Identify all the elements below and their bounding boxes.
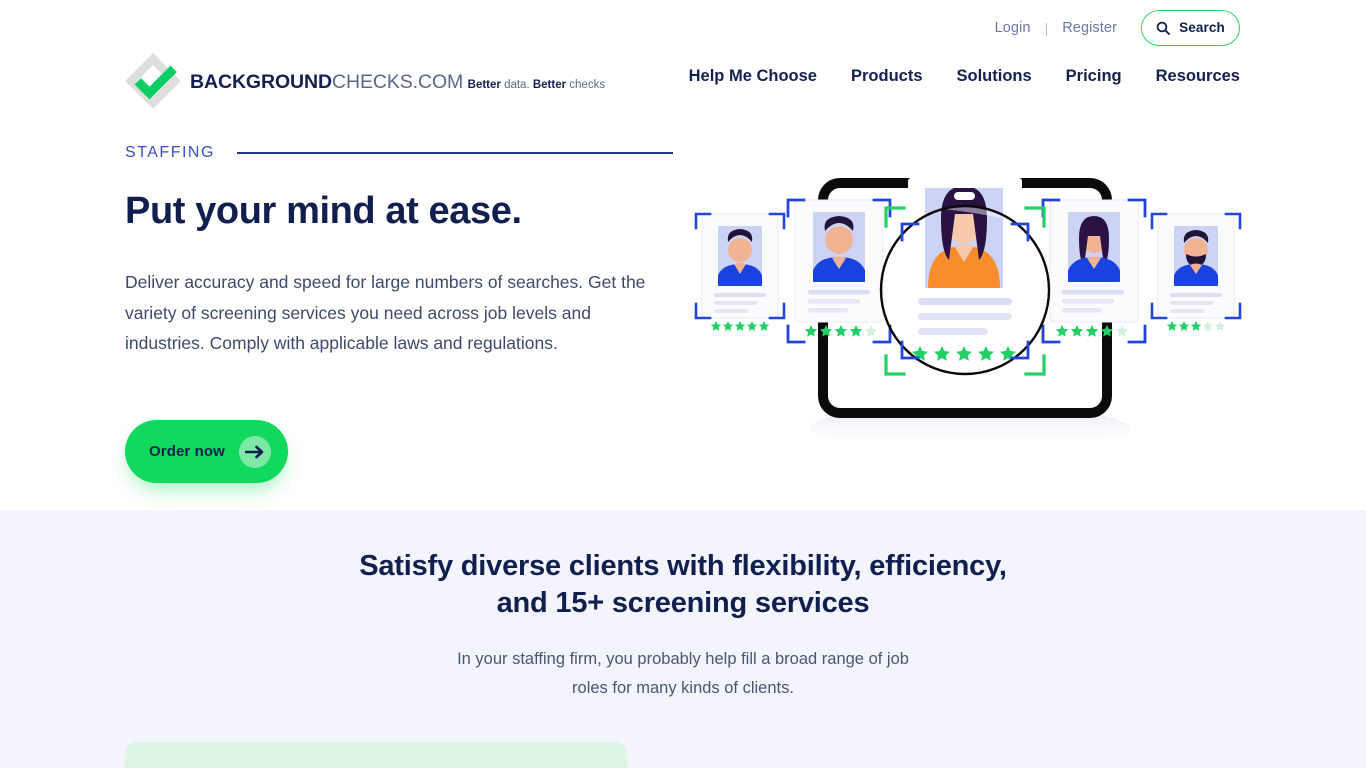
site-logo[interactable]: BACKGROUNDCHECKS.COM Better data. Better… [125,53,605,109]
order-now-button[interactable]: Order now [125,420,288,483]
search-button[interactable]: Search [1141,9,1240,46]
section-heading-line-1: Satisfy diverse clients with flexibility… [359,550,1007,582]
section-heading: Satisfy diverse clients with flexibility… [0,548,1366,622]
order-now-label: Order now [149,443,225,460]
hero-description: Deliver accuracy and speed for large num… [125,272,646,353]
login-link[interactable]: Login [995,20,1031,36]
register-link[interactable]: Register [1062,20,1117,36]
logo-tagline-text-1: data. [500,78,533,91]
hero-eyebrow-row: STAFFING [125,144,673,162]
section-subtext-line-2: roles for many kinds of clients. [572,679,794,697]
nav-item-solutions[interactable]: Solutions [940,67,1049,86]
logo-tagline-bold-2: Better [532,78,567,91]
logo-tagline-bold-1: Better [467,78,501,91]
hero-eyebrow: STAFFING [125,144,215,161]
utility-links: Login | Register [995,20,1117,36]
nav-item-pricing[interactable]: Pricing [1049,67,1139,86]
tablet-profile-screening-illustration [680,170,1260,500]
section-heading-line-2: and 15+ screening services [496,587,870,619]
nav-item-products[interactable]: Products [834,67,940,86]
page-title: Put your mind at ease. [125,190,522,232]
nav-item-resources[interactable]: Resources [1139,67,1240,86]
hero-section: STAFFING Put your mind at ease. Deliver … [0,110,1366,510]
logo-wordmark: BACKGROUNDCHECKS.COM Better data. Better… [190,70,605,93]
logo-tagline-text-2: checks [566,78,606,91]
top-utility-bar: Login | Register Search [0,0,1366,55]
main-navigation: BACKGROUNDCHECKS.COM Better data. Better… [0,53,1366,110]
checkmark-diamond-logo-icon [125,53,181,109]
feature-card-green[interactable] [125,742,627,768]
benefits-section: Satisfy diverse clients with flexibility… [0,510,1366,768]
logo-name-light: CHECKS.COM [332,70,464,93]
logo-name-bold: BACKGROUND [190,70,332,93]
logo-name: BACKGROUNDCHECKS.COM [190,71,463,93]
utility-separator: | [1044,19,1049,36]
nav-links: Help Me Choose Products Solutions Pricin… [672,67,1240,86]
section-subtext-line-1: In your staffing firm, you probably help… [457,650,909,668]
nav-item-help-me-choose[interactable]: Help Me Choose [672,67,834,86]
eyebrow-divider [236,152,673,154]
search-button-label: Search [1179,20,1225,35]
logo-tagline: Better data. Better checks [468,79,605,91]
page-root: Login | Register Search BACKGROUNDCHECKS… [0,0,1366,768]
section-subtext: In your staffing firm, you probably help… [0,645,1366,703]
arrow-right-icon [238,435,271,468]
search-icon [1156,21,1171,35]
